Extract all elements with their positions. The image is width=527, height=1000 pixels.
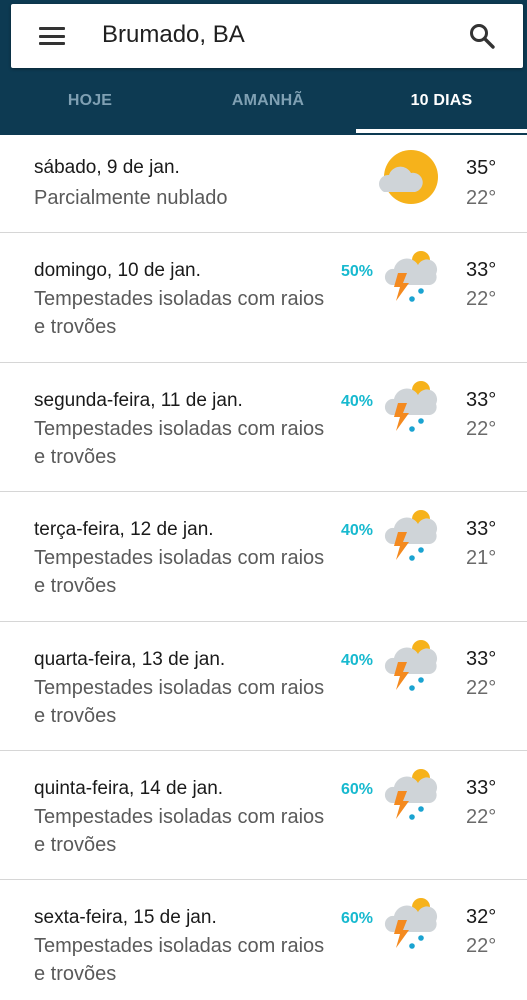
app-bar: Brumado, BA HOJE AMANHÃ 10 DIAS [0, 0, 527, 135]
day-condition: Tempestades isoladas com raios e trovões [34, 677, 325, 727]
thunderstorm-icon [384, 251, 438, 302]
partly-cloudy-icon [379, 150, 438, 204]
thunderstorm-icon [384, 898, 438, 949]
day-date: domingo, 10 de jan. [34, 260, 201, 281]
tab-hoje[interactable]: HOJE [0, 70, 180, 135]
low-temp: 22° [466, 187, 497, 209]
precip-chance: 40% [341, 393, 374, 410]
day-date: sexta-feira, 15 de jan. [34, 907, 217, 928]
thunderstorm-icon [384, 510, 438, 561]
high-temp: 33° [466, 518, 497, 540]
precip-chance: 60% [341, 910, 374, 927]
day-condition: Tempestades isoladas com raios e trovões [34, 547, 325, 597]
thunderstorm-icon [384, 640, 438, 691]
day-condition: Tempestades isoladas com raios e trovões [34, 288, 325, 338]
high-temp: 35° [466, 157, 497, 179]
high-temp: 32° [466, 906, 497, 928]
precip-chance: 40% [341, 522, 374, 539]
location-label[interactable]: Brumado, BA [102, 21, 245, 49]
low-temp: 22° [466, 935, 497, 957]
high-temp: 33° [466, 389, 497, 411]
forecast-row[interactable]: sábado, 9 de jan. Parcialmente nublado 3… [0, 135, 527, 233]
day-condition: Tempestades isoladas com raios e trovões [34, 935, 325, 985]
high-temp: 33° [466, 648, 497, 670]
tab-bar: HOJE AMANHÃ 10 DIAS [0, 70, 527, 135]
forecast-row[interactable]: quinta-feira, 14 de jan. Tempestades iso… [0, 751, 527, 880]
precip-chance: 50% [341, 263, 374, 280]
low-temp: 21° [466, 547, 497, 569]
precip-chance: 40% [341, 652, 374, 669]
thunderstorm-icon [384, 769, 438, 820]
thunderstorm-icon [384, 381, 438, 432]
forecast-row[interactable]: sexta-feira, 15 de jan. Tempestades isol… [0, 880, 527, 1000]
day-date: segunda-feira, 11 de jan. [34, 390, 243, 411]
selected-tab-indicator [356, 129, 527, 133]
day-condition: Parcialmente nublado [34, 187, 228, 209]
forecast-row[interactable]: segunda-feira, 11 de jan. Tempestades is… [0, 363, 527, 492]
day-date: terça-feira, 12 de jan. [34, 519, 214, 540]
high-temp: 33° [466, 259, 497, 281]
search-box[interactable]: Brumado, BA [11, 4, 523, 68]
day-condition: Tempestades isoladas com raios e trovões [34, 418, 325, 468]
high-temp: 33° [466, 777, 497, 799]
forecast-row[interactable]: domingo, 10 de jan. Tempestades isoladas… [0, 233, 527, 363]
search-icon[interactable] [468, 22, 496, 50]
day-date: sábado, 9 de jan. [34, 157, 180, 178]
tab-amanha[interactable]: AMANHÃ [180, 70, 356, 135]
low-temp: 22° [466, 677, 497, 699]
forecast-row[interactable]: terça-feira, 12 de jan. Tempestades isol… [0, 492, 527, 622]
day-condition: Tempestades isoladas com raios e trovões [34, 806, 325, 856]
day-date: quarta-feira, 13 de jan. [34, 649, 226, 670]
low-temp: 22° [466, 806, 497, 828]
low-temp: 22° [466, 418, 497, 440]
forecast-row[interactable]: quarta-feira, 13 de jan. Tempestades iso… [0, 622, 527, 751]
low-temp: 22° [466, 288, 497, 310]
menu-icon[interactable] [39, 26, 65, 46]
day-date: quinta-feira, 14 de jan. [34, 778, 224, 799]
precip-chance: 60% [341, 781, 374, 798]
tab-10-dias[interactable]: 10 DIAS [356, 70, 527, 135]
